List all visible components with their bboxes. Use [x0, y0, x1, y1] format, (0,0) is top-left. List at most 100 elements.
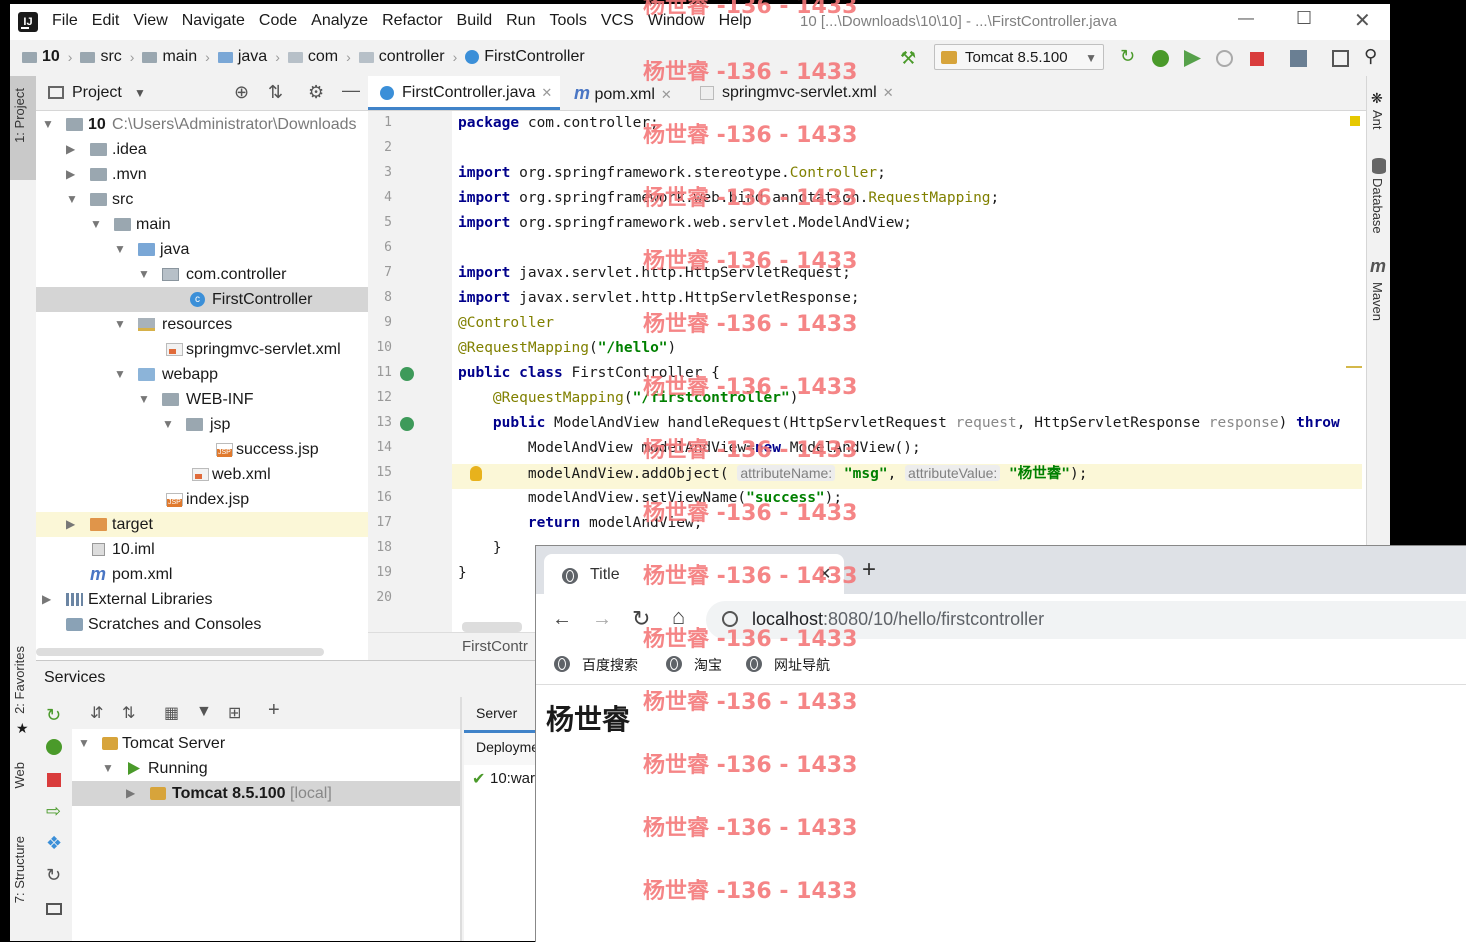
- breadcrumb-com[interactable]: com: [308, 48, 338, 66]
- back-icon[interactable]: ←: [552, 608, 572, 631]
- bookmark-hao[interactable]: 网址导航: [774, 655, 830, 675]
- tree-item-springmvc-servlet[interactable]: springmvc-servlet.xml: [36, 337, 368, 362]
- debug-icon[interactable]: [46, 739, 62, 755]
- collapse-all-icon[interactable]: ⇅: [122, 703, 135, 723]
- spring-bean-icon[interactable]: [400, 417, 414, 431]
- project-view-title[interactable]: Project: [72, 84, 122, 102]
- menu-analyze[interactable]: Analyze: [311, 12, 368, 30]
- tree-item-webapp[interactable]: ▼ webapp: [36, 362, 368, 387]
- tree-item-root[interactable]: ▼ 10 C:\Users\Administrator\Downloads: [36, 112, 368, 137]
- tab-project[interactable]: 1: Project: [12, 88, 27, 143]
- breadcrumb-src[interactable]: src: [100, 48, 121, 66]
- group-by-icon[interactable]: ▦: [164, 703, 179, 723]
- maximize-icon[interactable]: ☐: [1296, 8, 1312, 29]
- breadcrumb-main[interactable]: main: [162, 48, 197, 66]
- tree-item-src[interactable]: ▼ src: [36, 187, 368, 212]
- tree-item-idea[interactable]: ▶ .idea: [36, 137, 368, 162]
- tab-favorites[interactable]: 2: Favorites: [12, 646, 27, 714]
- tree-item-web-inf[interactable]: ▼ WEB-INF: [36, 387, 368, 412]
- stop-icon[interactable]: [47, 773, 61, 787]
- forward-icon[interactable]: →: [592, 608, 612, 631]
- tree-item-iml[interactable]: 10.iml: [36, 537, 368, 562]
- tab-close-icon[interactable]: ✕: [883, 85, 894, 100]
- splitter[interactable]: [460, 697, 462, 941]
- chevron-down-icon[interactable]: ▼: [134, 86, 146, 100]
- tree-item-target[interactable]: ▶ target: [36, 512, 368, 537]
- tree-item-resources[interactable]: ▼ resources: [36, 312, 368, 337]
- layout-icon[interactable]: [46, 903, 62, 915]
- project-structure-icon[interactable]: [1290, 50, 1307, 67]
- tree-item-running[interactable]: ▼ Running: [72, 756, 460, 781]
- tree-item-firstcontroller[interactable]: c FirstController: [36, 287, 368, 312]
- bookmark-taobao[interactable]: 淘宝: [694, 655, 722, 675]
- deploy-icon[interactable]: ⇨: [46, 801, 61, 822]
- menu-navigate[interactable]: Navigate: [182, 12, 245, 30]
- spring-bean-icon[interactable]: [400, 367, 414, 381]
- editor-scrollbar[interactable]: [462, 622, 522, 632]
- tree-item-index-jsp[interactable]: index.jsp: [36, 487, 368, 512]
- run-with-coverage-icon[interactable]: [1184, 50, 1201, 67]
- expand-all-icon[interactable]: ⇵: [90, 703, 103, 723]
- breadcrumb-10[interactable]: 10: [42, 48, 60, 66]
- tree-item-pom[interactable]: m pom.xml: [36, 562, 368, 587]
- tab-close-icon[interactable]: ✕: [541, 85, 552, 100]
- rerun-icon[interactable]: ↻: [46, 705, 61, 726]
- error-stripe-mark[interactable]: [1346, 366, 1362, 368]
- tab-close-icon[interactable]: ✕: [661, 87, 672, 102]
- profile-icon[interactable]: [1216, 50, 1233, 67]
- menu-file[interactable]: File: [52, 12, 78, 30]
- editor-breadcrumb[interactable]: FirstContr: [462, 638, 528, 655]
- menu-view[interactable]: View: [133, 12, 167, 30]
- tab-firstcontroller-java[interactable]: FirstController.java ✕: [368, 76, 560, 110]
- tab-database[interactable]: Database: [1370, 178, 1385, 234]
- stop-icon[interactable]: [1250, 52, 1264, 66]
- breadcrumb-java[interactable]: java: [238, 48, 267, 66]
- filter-icon[interactable]: ▼: [196, 703, 212, 721]
- menu-refactor[interactable]: Refactor: [382, 12, 442, 30]
- gear-icon[interactable]: ⚙: [308, 82, 324, 103]
- menu-build[interactable]: Build: [457, 12, 493, 30]
- tab-web[interactable]: Web: [12, 762, 27, 789]
- artifacts-icon[interactable]: ❖: [46, 833, 62, 854]
- close-icon[interactable]: ✕: [1354, 8, 1371, 33]
- refresh-icon[interactable]: ↻: [46, 865, 61, 886]
- menu-tools[interactable]: Tools: [549, 12, 586, 30]
- tree-item-success-jsp[interactable]: success.jsp: [36, 437, 368, 462]
- tab-maven[interactable]: Maven: [1370, 282, 1385, 321]
- tree-item-web-xml[interactable]: web.xml: [36, 462, 368, 487]
- minimize-icon[interactable]: —: [1238, 10, 1254, 28]
- tree-item-external-libraries[interactable]: ▶ External Libraries: [36, 587, 368, 612]
- tree-item-tomcat-instance[interactable]: ▶ Tomcat 8.5.100 [local]: [72, 781, 460, 806]
- tree-item-tomcat-server[interactable]: ▼ Tomcat Server: [72, 731, 460, 756]
- tree-item-com-controller[interactable]: ▼ com.controller: [36, 262, 368, 287]
- tree-item-jsp[interactable]: ▼ jsp: [36, 412, 368, 437]
- build-hammer-icon[interactable]: ⚒: [900, 48, 916, 69]
- breadcrumb-controller[interactable]: controller: [379, 48, 445, 66]
- tab-ant[interactable]: Ant: [1370, 110, 1385, 130]
- bookmark-baidu[interactable]: 百度搜索: [582, 655, 638, 675]
- menu-code[interactable]: Code: [259, 12, 297, 30]
- search-icon[interactable]: ⚲: [1364, 46, 1381, 66]
- debug-icon[interactable]: [1152, 50, 1169, 67]
- breadcrumb-firstcontroller[interactable]: FirstController: [484, 48, 584, 66]
- horizontal-scrollbar[interactable]: [36, 648, 324, 656]
- locate-icon[interactable]: ⊕: [234, 82, 249, 103]
- menu-vcs[interactable]: VCS: [601, 12, 634, 30]
- run-configuration-select[interactable]: Tomcat 8.5.100 ▼: [934, 44, 1104, 70]
- new-tab-icon[interactable]: +: [862, 556, 876, 584]
- layout-icon[interactable]: [1332, 50, 1349, 67]
- tree-item-java[interactable]: ▼ java: [36, 237, 368, 262]
- add-icon[interactable]: +: [268, 699, 280, 722]
- menu-edit[interactable]: Edit: [92, 12, 120, 30]
- menu-run[interactable]: Run: [506, 12, 535, 30]
- tree-item-main[interactable]: ▼ main: [36, 212, 368, 237]
- tree-item-scratches[interactable]: Scratches and Consoles: [36, 612, 368, 637]
- rerun-icon[interactable]: ↻: [1120, 46, 1137, 66]
- hide-icon[interactable]: —: [342, 80, 360, 101]
- deployment-item[interactable]: 10:war: [490, 770, 535, 787]
- tab-structure[interactable]: 7: Structure: [12, 836, 27, 903]
- new-tab-icon[interactable]: ⊞: [228, 703, 241, 723]
- collapse-all-icon[interactable]: ⇅: [268, 82, 283, 103]
- warning-marker-icon[interactable]: [1350, 116, 1360, 126]
- tree-item-mvn[interactable]: ▶ .mvn: [36, 162, 368, 187]
